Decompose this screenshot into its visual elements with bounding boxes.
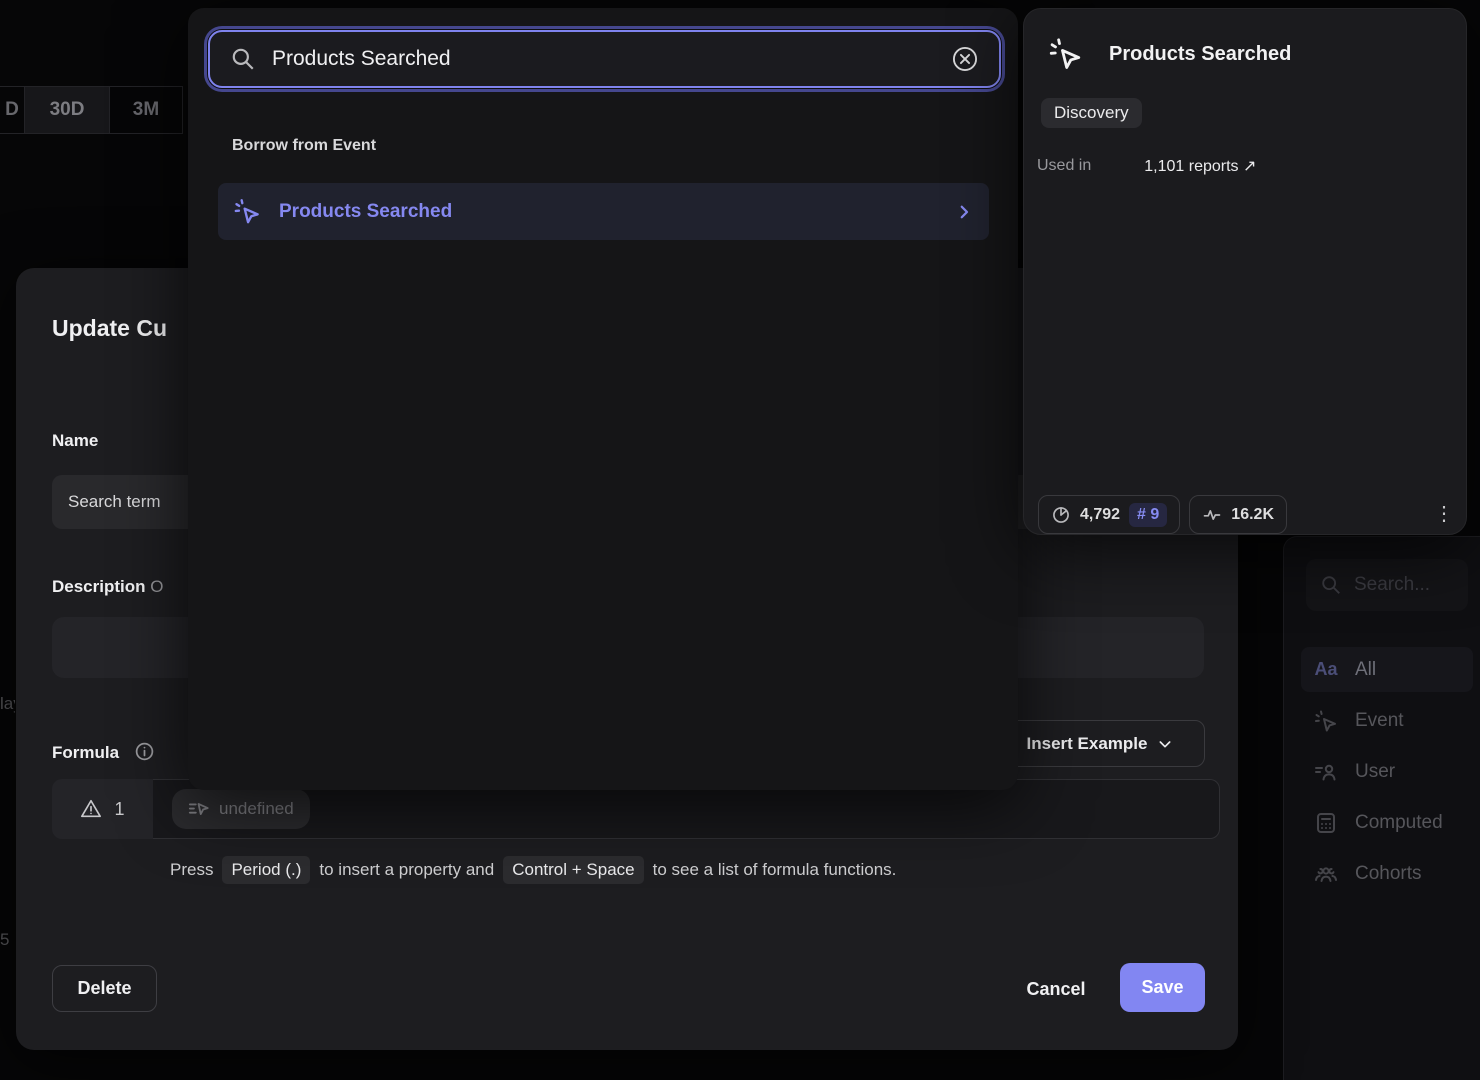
error-count: 1 — [114, 799, 124, 820]
sidebar-item-user[interactable]: User — [1301, 749, 1473, 794]
clear-icon[interactable] — [951, 45, 979, 73]
insert-example-button[interactable]: Insert Example — [995, 720, 1205, 767]
sidebar-item-label: Cohorts — [1355, 863, 1422, 885]
borrow-from-event-heading: Borrow from Event — [232, 137, 376, 155]
search-result-products-searched[interactable]: Products Searched — [218, 183, 989, 240]
time-range-7d[interactable]: D — [0, 87, 25, 133]
undefined-property-chip[interactable]: undefined — [172, 789, 310, 829]
event-search-input[interactable] — [208, 30, 1001, 88]
event-icon — [1313, 709, 1339, 733]
query-count-chip[interactable]: 4,792 # 9 — [1038, 495, 1180, 534]
search-icon — [1320, 574, 1342, 596]
save-button[interactable]: Save — [1120, 963, 1205, 1012]
sidebar-item-label: All — [1355, 659, 1376, 681]
event-icon — [234, 198, 261, 225]
text-icon: Aa — [1313, 659, 1339, 680]
helper-press: Press — [170, 860, 213, 880]
volume-count: 16.2K — [1231, 506, 1274, 524]
sidebar-search-input[interactable] — [1306, 559, 1468, 611]
optional-label-fragment: O — [150, 577, 163, 596]
chevron-right-icon — [955, 203, 973, 221]
insert-example-label: Insert Example — [1027, 734, 1148, 754]
formula-label: Formula — [52, 741, 155, 763]
event-icon — [1049, 37, 1083, 71]
warning-icon — [80, 798, 102, 820]
sidebar-item-cohorts[interactable]: Cohorts — [1301, 851, 1473, 896]
external-link-icon: ↗ — [1243, 158, 1256, 175]
used-in-reports-link[interactable]: 1,101 reports ↗ — [1144, 156, 1256, 176]
category-badge: Discovery — [1041, 98, 1142, 128]
formula-label-text: Formula — [52, 743, 119, 762]
rank-badge: # 9 — [1129, 503, 1167, 527]
modal-title: Update Cu — [52, 315, 167, 342]
cohorts-icon — [1313, 862, 1339, 886]
time-range-segmented-control: D 30D 3M — [0, 86, 183, 134]
event-search-overlay: Borrow from Event Products Searched — [188, 8, 1018, 790]
property-type-sidebar: Aa All Event User Computed Cohorts — [1283, 536, 1480, 1080]
helper-mid: to insert a property and — [319, 860, 494, 880]
sidebar-search-field[interactable] — [1354, 574, 1454, 596]
search-icon — [230, 46, 256, 72]
description-label-text: Description — [52, 577, 146, 596]
info-icon[interactable] — [134, 741, 155, 762]
kbd-period: Period (.) — [222, 856, 310, 884]
result-label: Products Searched — [279, 201, 452, 223]
sidebar-item-label: Event — [1355, 710, 1404, 732]
property-icon — [188, 798, 210, 820]
sidebar-item-computed[interactable]: Computed — [1301, 800, 1473, 845]
reports-count: 1,101 reports — [1144, 158, 1238, 175]
query-count: 4,792 — [1080, 506, 1120, 524]
user-icon — [1313, 760, 1339, 784]
kbd-control-space: Control + Space — [503, 856, 643, 884]
pulse-icon — [1202, 505, 1222, 525]
formula-error-badge: 1 — [52, 779, 153, 839]
name-label: Name — [52, 431, 98, 451]
description-label: Description O — [52, 577, 164, 597]
volume-chip[interactable]: 16.2K — [1189, 495, 1287, 534]
time-range-3m[interactable]: 3M — [110, 87, 183, 133]
sidebar-item-all[interactable]: Aa All — [1301, 647, 1473, 692]
time-range-30d[interactable]: 30D — [25, 87, 110, 133]
pie-chart-icon — [1051, 505, 1071, 525]
sidebar-item-label: Computed — [1355, 812, 1443, 834]
helper-end: to see a list of formula functions. — [653, 860, 897, 880]
chip-label: undefined — [219, 799, 294, 819]
event-detail-panel: Products Searched Discovery Used in 1,10… — [1023, 8, 1467, 535]
axis-label-fragment: 5 — [0, 930, 13, 950]
event-search-field[interactable] — [272, 47, 935, 71]
axis-label-fragment: lay — [0, 694, 15, 714]
formula-helper-text: Press Period (.) to insert a property an… — [170, 856, 896, 884]
cancel-button[interactable]: Cancel — [1001, 967, 1111, 1011]
sidebar-item-event[interactable]: Event — [1301, 698, 1473, 743]
delete-button[interactable]: Delete — [52, 965, 157, 1012]
sidebar-item-label: User — [1355, 761, 1395, 783]
kebab-menu-icon[interactable]: ⋮ — [1434, 510, 1454, 519]
chevron-down-icon — [1157, 736, 1173, 752]
panel-title: Products Searched — [1109, 43, 1291, 66]
used-in-label: Used in — [1037, 157, 1091, 175]
calculator-icon — [1313, 811, 1339, 835]
